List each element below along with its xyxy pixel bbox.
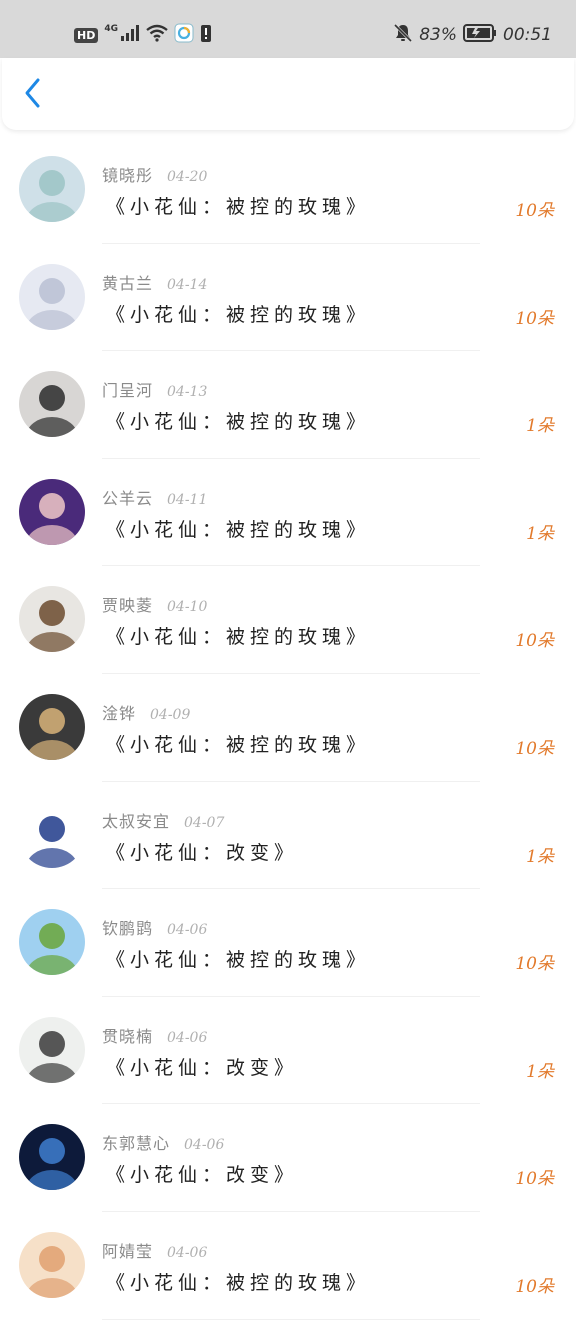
gift-list: 镜晓彤 04-20 《小花仙：被控的玫瑰》 10朵 黄古兰 04-14 《小花仙：被控的玫瑰…: [0, 136, 576, 1320]
avatar[interactable]: [19, 156, 85, 222]
status-left: HD 4G: [74, 20, 212, 50]
gift-row[interactable]: 钦鹏鹍 04-06 《小花仙：被控的玫瑰》 10朵: [0, 889, 576, 997]
row-divider: [102, 1318, 480, 1320]
gift-date: 04-07: [184, 814, 225, 831]
item-title[interactable]: 《小花仙：被控的玫瑰》: [106, 300, 370, 327]
gift-row[interactable]: 镜晓彤 04-20 《小花仙：被控的玫瑰》 10朵: [0, 136, 576, 244]
user-name: 贾映菱 04-10: [102, 592, 207, 616]
mute-bell-icon: [393, 23, 413, 48]
hd-badge: HD: [74, 27, 99, 43]
item-title[interactable]: 《小花仙：被控的玫瑰》: [106, 1268, 370, 1295]
gift-row[interactable]: 阿婧莹 04-06 《小花仙：被控的玫瑰》 10朵: [0, 1212, 576, 1320]
user-name-text: 贾映菱: [102, 596, 154, 616]
avatar[interactable]: [19, 693, 85, 760]
clock: 00:51: [503, 25, 552, 45]
user-name: 贯晓楠 04-06: [102, 1023, 207, 1047]
user-name-text: 淦铧: [102, 703, 137, 723]
user-name: 门呈河 04-13: [102, 377, 207, 401]
item-title[interactable]: 《小花仙：被控的玫瑰》: [106, 515, 370, 542]
gift-count: 1朵: [526, 846, 554, 867]
battery-percent: 83%: [419, 25, 457, 45]
user-name-text: 公羊云: [102, 488, 154, 508]
alert-icon: [200, 23, 212, 47]
gift-date: 04-13: [167, 384, 208, 401]
user-name: 东郭慧心 04-06: [102, 1130, 224, 1154]
gift-date: 04-14: [167, 276, 208, 293]
user-name: 黄古兰 04-14: [102, 270, 207, 294]
item-title[interactable]: 《小花仙：被控的玫瑰》: [106, 945, 370, 972]
gift-row[interactable]: 门呈河 04-13 《小花仙：被控的玫瑰》 1朵: [0, 351, 576, 459]
gift-count: 10朵: [515, 1169, 554, 1190]
gift-date: 04-20: [167, 169, 208, 185]
gift-row[interactable]: 太叔安宜 04-07 《小花仙：改变》 1朵: [0, 782, 576, 890]
gift-date: 04-11: [167, 491, 208, 508]
status-right: 83% 00:51: [393, 20, 552, 50]
chevron-left-icon: [23, 77, 43, 113]
user-name: 公羊云 04-11: [102, 485, 207, 509]
avatar[interactable]: [19, 1016, 85, 1083]
user-name-text: 太叔安宜: [102, 811, 171, 831]
user-name: 钦鹏鹍 04-06: [102, 915, 207, 939]
user-name-text: 黄古兰: [102, 273, 154, 293]
gift-count: 10朵: [515, 201, 554, 221]
back-button[interactable]: [16, 78, 50, 112]
item-title[interactable]: 《小花仙：改变》: [106, 1053, 298, 1080]
item-title[interactable]: 《小花仙：被控的玫瑰》: [106, 192, 370, 219]
wifi-icon: [146, 24, 168, 46]
user-name: 太叔安宜 04-07: [102, 808, 224, 832]
gift-date: 04-06: [167, 1244, 208, 1261]
gift-count: 10朵: [515, 631, 554, 652]
avatar[interactable]: [19, 909, 85, 976]
gift-row[interactable]: 淦铧 04-09 《小花仙：被控的玫瑰》 10朵: [0, 674, 576, 782]
avatar[interactable]: [19, 801, 85, 868]
user-name: 淦铧 04-09: [102, 700, 190, 724]
avatar[interactable]: [19, 478, 85, 545]
gift-count: 10朵: [515, 308, 554, 329]
user-name: 阿婧莹 04-06: [102, 1238, 207, 1262]
gift-date: 04-09: [150, 706, 191, 723]
user-name-text: 阿婧莹: [102, 1241, 154, 1261]
item-title[interactable]: 《小花仙：改变》: [106, 838, 298, 865]
avatar[interactable]: [19, 1124, 85, 1191]
gift-row[interactable]: 贾映菱 04-10 《小花仙：被控的玫瑰》 10朵: [0, 566, 576, 674]
gift-date: 04-10: [167, 599, 208, 616]
avatar[interactable]: [19, 1231, 85, 1298]
gift-row[interactable]: 东郭慧心 04-06 《小花仙：改变》 10朵: [0, 1104, 576, 1212]
status-bar: HD 4G 83% 00:51: [0, 0, 576, 58]
gift-date: 04-06: [184, 1137, 225, 1154]
battery-icon: [463, 23, 497, 47]
avatar[interactable]: [19, 263, 85, 330]
avatar[interactable]: [19, 586, 85, 653]
gift-row[interactable]: 贯晓楠 04-06 《小花仙：改变》 1朵: [0, 997, 576, 1105]
gift-count: 1朵: [526, 416, 554, 437]
user-name-text: 钦鹏鹍: [102, 919, 154, 939]
gift-count: 1朵: [526, 1061, 554, 1082]
user-name-text: 东郭慧心: [102, 1134, 171, 1154]
gift-count: 10朵: [515, 954, 554, 975]
gift-date: 04-06: [167, 922, 208, 939]
gift-count: 10朵: [515, 738, 554, 759]
gift-row[interactable]: 黄古兰 04-14 《小花仙：被控的玫瑰》 10朵: [0, 244, 576, 352]
item-title[interactable]: 《小花仙：被控的玫瑰》: [106, 730, 370, 757]
gift-date: 04-06: [167, 1029, 208, 1046]
item-title[interactable]: 《小花仙：改变》: [106, 1160, 298, 1187]
item-title[interactable]: 《小花仙：被控的玫瑰》: [106, 622, 370, 649]
item-title[interactable]: 《小花仙：被控的玫瑰》: [106, 407, 370, 434]
gift-row[interactable]: 公羊云 04-11 《小花仙：被控的玫瑰》 1朵: [0, 459, 576, 567]
app-notification-icon: [174, 23, 194, 47]
network-type: 4G: [104, 24, 118, 34]
signal-icon: [120, 24, 140, 46]
user-name-text: 贯晓楠: [102, 1026, 154, 1046]
header-bar: [2, 58, 574, 130]
gift-count: 1朵: [526, 523, 554, 544]
user-name-text: 镜晓彤: [102, 166, 154, 185]
gift-count: 10朵: [515, 1276, 554, 1297]
user-name: 镜晓彤 04-20: [102, 162, 207, 186]
avatar[interactable]: [19, 371, 85, 438]
user-name-text: 门呈河: [102, 381, 154, 401]
